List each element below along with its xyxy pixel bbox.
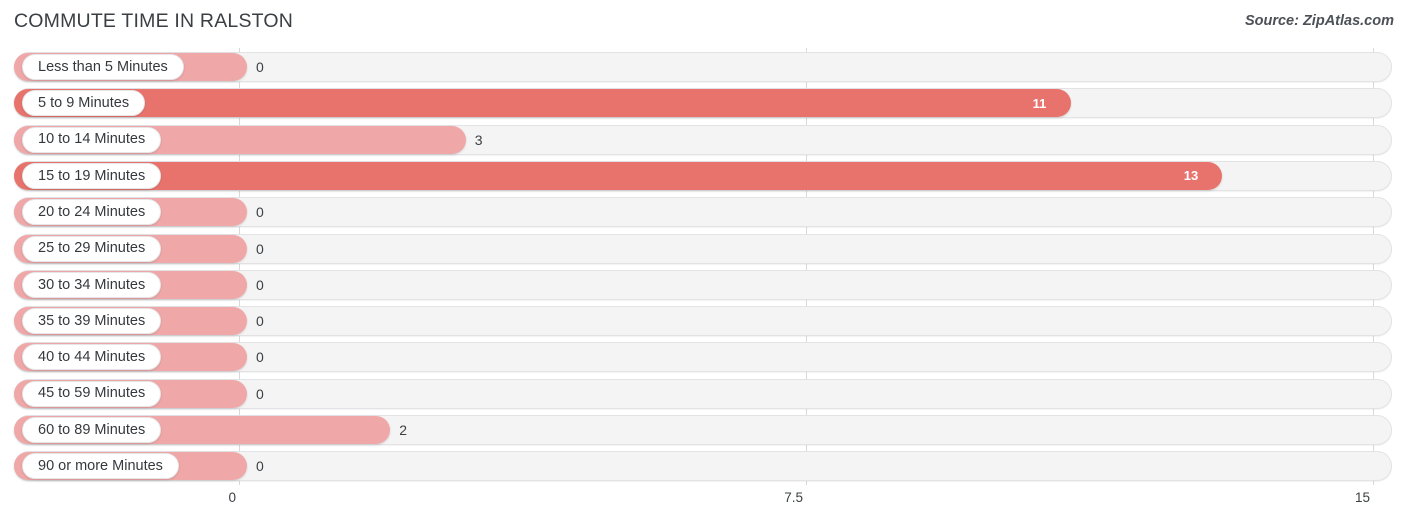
bar-row[interactable]: 35 to 39 Minutes 0 (0, 306, 1406, 337)
bar-label-text: 35 to 39 Minutes (38, 312, 146, 329)
bar-value-label: 2 (399, 422, 407, 438)
bar-label-pill: 25 to 29 Minutes (22, 235, 162, 262)
bar-value-label: 0 (256, 276, 264, 293)
bar-label-pill: Less than 5 Minutes (22, 54, 184, 80)
bar-value-label: 0 (256, 204, 264, 221)
bar-row[interactable]: 30 to 34 Minutes 0 (0, 269, 1406, 300)
bar-label-pill: 35 to 39 Minutes (22, 308, 162, 335)
bar-label-text: 45 to 59 Minutes (38, 385, 146, 402)
bar-row[interactable]: Less than 5 Minutes 0 (0, 52, 1406, 82)
bar-label-text: 90 or more Minutes (38, 458, 163, 475)
bar-value-label: 11 (1032, 95, 1047, 111)
bar-label-text: 25 to 29 Minutes (38, 240, 146, 257)
bar-row[interactable]: 5 to 9 Minutes 11 (0, 88, 1406, 119)
x-axis-tick: 7.5 (784, 490, 803, 505)
bar-value-label: 0 (256, 59, 264, 75)
bar-row[interactable]: 45 to 59 Minutes 0 (0, 378, 1406, 409)
bar-label-pill: 5 to 9 Minutes (22, 90, 146, 117)
bar-label-pill: 60 to 89 Minutes (22, 417, 162, 443)
bar-value-label: 0 (256, 313, 264, 330)
bar-label-text: 5 to 9 Minutes (38, 95, 130, 112)
bar-label-pill: 40 to 44 Minutes (22, 344, 162, 371)
bar-value-label: 0 (256, 385, 264, 402)
bar-label-text: 40 to 44 Minutes (38, 349, 146, 366)
source-attribution: Source: ZipAtlas.com (1244, 13, 1394, 29)
bar-row[interactable]: 25 to 29 Minutes 0 (0, 233, 1406, 264)
bar-label-pill: 20 to 24 Minutes (22, 199, 162, 226)
bar-value-label: 3 (474, 131, 483, 148)
bar-label-text: Less than 5 Minutes (38, 58, 168, 75)
bar-fill (14, 161, 1222, 190)
bar-value-label: 13 (1183, 168, 1199, 184)
bar-row[interactable]: 20 to 24 Minutes 0 (0, 197, 1406, 228)
bar-row[interactable]: 40 to 44 Minutes 0 (0, 342, 1406, 373)
x-axis-tick: 0 (228, 490, 236, 505)
x-axis: 0 7.5 15 (0, 485, 1406, 523)
chart-plot-area: Less than 5 Minutes 0 5 to 9 Minutes 11 10 t… (0, 45, 1406, 485)
bar-label-text: 20 to 24 Minutes (38, 203, 146, 220)
bar-label-pill: 15 to 19 Minutes (22, 162, 162, 189)
bar-row[interactable]: 90 or more Minutes 0 (0, 451, 1406, 482)
bar-label-pill: 10 to 14 Minutes (22, 126, 162, 153)
bar-value-label: 0 (256, 349, 264, 366)
bar-label-pill: 90 or more Minutes (22, 453, 179, 480)
x-axis-tick: 15 (1354, 490, 1370, 505)
bar-label-text: 30 to 34 Minutes (38, 276, 146, 293)
bar-row[interactable]: 15 to 19 Minutes 13 (0, 160, 1406, 191)
bar-fill (14, 89, 1071, 118)
bar-label-text: 10 to 14 Minutes (38, 131, 146, 148)
bar-label-text: 15 to 19 Minutes (38, 167, 146, 184)
bar-label-pill: 30 to 34 Minutes (22, 271, 162, 298)
chart-header: COMMUTE TIME IN RALSTON Source: ZipAtlas… (0, 0, 1406, 45)
bar-row[interactable]: 10 to 14 Minutes 3 (0, 124, 1406, 155)
bar-value-label: 0 (256, 458, 264, 475)
bar-value-label: 0 (256, 240, 264, 257)
page-title: COMMUTE TIME IN RALSTON (14, 10, 294, 32)
bar-label-pill: 45 to 59 Minutes (22, 380, 162, 407)
bar-row[interactable]: 60 to 89 Minutes 2 (0, 415, 1406, 445)
bar-label-text: 60 to 89 Minutes (38, 421, 146, 438)
